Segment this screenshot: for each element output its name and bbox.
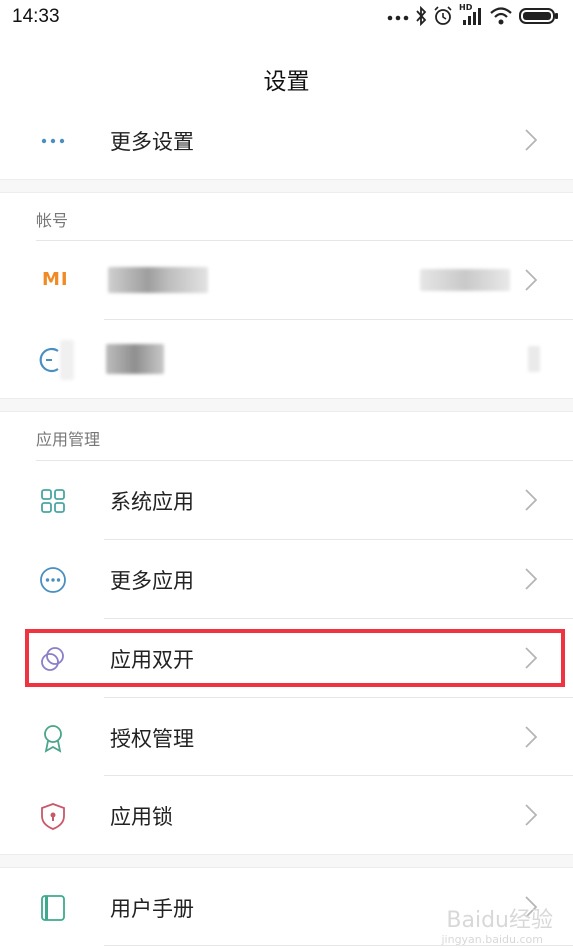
manual-icon: [41, 895, 65, 921]
settings-item-more-apps[interactable]: 更多应用: [0, 540, 573, 618]
baidu-watermark: Baidu经验: [446, 908, 553, 933]
section-title-app-management: 应用管理: [36, 430, 101, 449]
signal-icon: [463, 8, 481, 25]
status-bar: 14:33 HD: [0, 0, 573, 36]
wifi-icon: [490, 7, 512, 25]
highlight-box: [25, 629, 565, 687]
blurred-account-name-2: [60, 340, 74, 380]
mi-logo-icon: MI: [42, 269, 69, 290]
settings-item-system-apps[interactable]: 系统应用: [0, 461, 573, 539]
settings-item-permissions[interactable]: 授权管理: [0, 698, 573, 776]
settings-item-label: 授权管理: [110, 727, 194, 751]
more-dots-icon: [41, 138, 65, 144]
chevron-right-icon: [525, 804, 537, 826]
settings-item-label: 更多应用: [110, 569, 194, 593]
page-title: 设置: [263, 69, 310, 95]
chevron-right-icon: [525, 269, 537, 291]
battery-icon: [519, 8, 558, 24]
app-section-header: 应用管理: [0, 412, 573, 460]
settings-item-label: 系统应用: [110, 490, 194, 514]
settings-item-label: 用户手册: [110, 897, 194, 921]
more-circle-icon: [40, 567, 66, 593]
blurred-account-name-3: [106, 344, 164, 374]
blurred-account-status: [528, 346, 540, 372]
account-item-mi[interactable]: MI: [0, 241, 573, 319]
account-item-cloud[interactable]: [0, 320, 573, 398]
group-separator: [0, 179, 573, 193]
settings-item-more-settings[interactable]: 更多设置: [0, 101, 573, 179]
baidu-watermark-url: jingyan.baidu.com: [441, 933, 543, 946]
section-title-account: 帐号: [36, 211, 69, 230]
status-icons: HD: [387, 3, 559, 26]
chevron-right-icon: [525, 489, 537, 511]
group-separator: [0, 854, 573, 868]
more-dots-icon: [387, 15, 409, 21]
badge-icon: [44, 725, 62, 753]
shield-lock-icon: [41, 803, 65, 830]
blurred-account-id: [420, 269, 510, 291]
settings-item-app-lock[interactable]: 应用锁: [0, 776, 573, 854]
settings-item-label: 更多设置: [110, 130, 194, 154]
chevron-right-icon: [525, 568, 537, 590]
alarm-icon: [434, 6, 452, 25]
account-section-header: 帐号: [0, 193, 573, 241]
group-separator: [0, 398, 573, 412]
settings-item-label: 应用锁: [110, 805, 173, 829]
status-time: 14:33: [12, 6, 60, 27]
chevron-right-icon: [525, 726, 537, 748]
blurred-account-name: [108, 267, 208, 293]
bluetooth-icon: [416, 6, 427, 26]
chevron-right-icon: [525, 129, 537, 151]
grid-icon: [41, 489, 65, 513]
